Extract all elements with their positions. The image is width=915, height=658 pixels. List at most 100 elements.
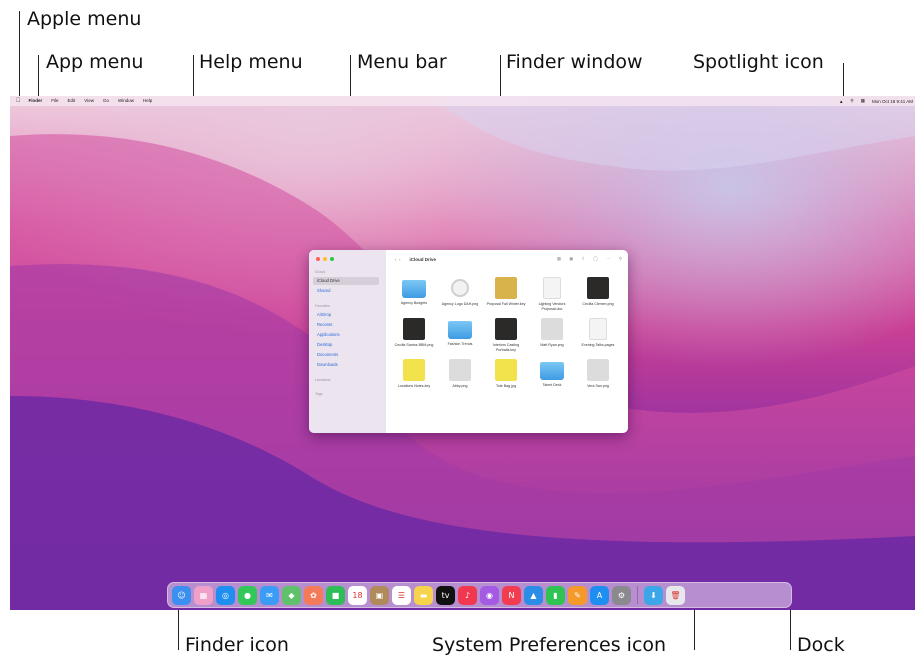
menu-bar:  Finder File Edit View Go Window Help ▲… (10, 96, 915, 106)
file-item[interactable]: Cecilia Santos BBM.png (391, 318, 437, 352)
file-item[interactable]: Evening Talks.pages (575, 318, 621, 352)
photos-icon[interactable]: ✿ (304, 585, 323, 605)
finder-icon[interactable]: ☺ (172, 585, 191, 605)
file-item[interactable]: Talent Deck (529, 359, 575, 389)
search-icon[interactable]: ⚲ (619, 256, 622, 262)
minimize-button[interactable] (323, 257, 327, 261)
spotlight-search-icon[interactable]: ⚲ (850, 98, 853, 104)
menu-file[interactable]: File (51, 96, 58, 106)
file-item[interactable]: Agency Budgets (391, 277, 437, 311)
menu-view[interactable]: View (84, 96, 94, 106)
finder-window-callout: Finder window (506, 51, 643, 73)
file-item[interactable]: Lighting Vendors Proposal.doc (529, 277, 575, 311)
finder-toolbar: ‹ › iCloud Drive ▦ ▣ ⇧ ◯ ⋯ ⚲ (386, 250, 628, 268)
maps-icon[interactable]: ◆ (282, 585, 301, 605)
menu-window[interactable]: Window (118, 96, 134, 106)
sidebar-heading-locations: Locations (315, 378, 331, 382)
menu-clock[interactable]: Mon Oct 18 9:41 AM (872, 99, 913, 104)
file-name: Agency Logo DAH.png (441, 302, 479, 306)
file-thumbnail (403, 318, 425, 341)
safari-icon[interactable]: ◎ (216, 585, 235, 605)
sidebar-item-applications[interactable]: Applications (313, 331, 379, 339)
menu-edit[interactable]: Edit (68, 96, 76, 106)
file-item[interactable]: Matt Ryan.png (529, 318, 575, 352)
spotlight-icon-leader (843, 63, 844, 98)
help-menu-callout: Help menu (199, 51, 303, 73)
file-item[interactable]: Locations Notes.key (391, 359, 437, 389)
file-thumbnail (541, 318, 563, 341)
file-item[interactable]: Vera San.png (575, 359, 621, 389)
file-thumbnail (589, 318, 607, 341)
reminders-icon[interactable]: ☰ (392, 585, 411, 605)
file-item[interactable]: Proposal Fall Winter.key (483, 277, 529, 311)
file-item[interactable]: Fashion Trends (437, 318, 483, 352)
podcasts-icon[interactable]: ◉ (480, 585, 499, 605)
keynote-icon[interactable]: ▲ (524, 585, 543, 605)
wifi-icon[interactable]: ▲ (839, 99, 843, 104)
file-name: Interiors Casting Portraits.key (492, 343, 520, 352)
sidebar-heading-icloud: iCloud (315, 270, 326, 274)
sidebar-item-recents[interactable]: Recents (313, 321, 379, 329)
launchpad-icon[interactable]: ▦ (194, 585, 213, 605)
system-preferences-icon[interactable]: ⚙ (612, 585, 631, 605)
sidebar-item-airdrop[interactable]: AirDrop (313, 311, 379, 319)
file-item[interactable]: Agency Logo DAH.png (437, 277, 483, 311)
window-controls (316, 257, 334, 261)
file-name: Cecilia Clemen.png (582, 302, 614, 306)
folder-icon (448, 321, 472, 340)
file-name: Proposal Fall Winter.key (486, 302, 526, 306)
calendar-icon[interactable]: 18 (348, 585, 367, 605)
music-icon[interactable]: ♪ (458, 585, 477, 605)
tag-icon[interactable]: ◯ (593, 256, 598, 262)
more-icon[interactable]: ⋯ (606, 256, 611, 262)
view-options-icon[interactable]: ▦ (557, 256, 561, 262)
file-name: Agency Budgets (400, 301, 428, 305)
file-name: Evening Talks.pages (581, 343, 615, 348)
apple-menu-callout: Apple menu (27, 8, 142, 30)
pages-icon[interactable]: ✎ (568, 585, 587, 605)
back-forward-icon[interactable]: ‹ › (395, 257, 401, 262)
menu-help[interactable]: Help (143, 96, 152, 106)
trash-icon[interactable]: 🗑 (666, 585, 685, 605)
file-item[interactable]: Abby.png (437, 359, 483, 389)
share-icon[interactable]: ⇧ (581, 256, 585, 262)
zoom-button[interactable] (330, 257, 334, 261)
notes-icon[interactable]: ▬ (414, 585, 433, 605)
file-thumbnail (587, 359, 609, 382)
app-menu-callout: App menu (46, 51, 144, 73)
file-item[interactable]: Interiors Casting Portraits.key (483, 318, 529, 352)
news-icon[interactable]: N (502, 585, 521, 605)
dock: ☺ ▦ ◎ ● ✉ ◆ ✿ ■ 18 ▣ ☰ ▬ tv ♪ ◉ N ▲ ▮ ✎ A ⚙ ⬇ 🗑 (167, 582, 792, 608)
contacts-icon[interactable]: ▣ (370, 585, 389, 605)
close-button[interactable] (316, 257, 320, 261)
file-name: Cecilia Santos BBM.png (394, 343, 434, 348)
file-name: Lighting Vendors Proposal.doc (538, 302, 566, 311)
file-item[interactable]: Cecilia Clemen.png (575, 277, 621, 311)
facetime-icon[interactable]: ■ (326, 585, 345, 605)
macos-desktop:  Finder File Edit View Go Window Help ▲… (10, 96, 915, 610)
tv-icon[interactable]: tv (436, 585, 455, 605)
sidebar-item-shared[interactable]: Shared (313, 287, 379, 295)
downloads-icon[interactable]: ⬇ (644, 585, 663, 605)
app-store-icon[interactable]: A (590, 585, 609, 605)
file-name: Tote Bag.jpg (496, 384, 516, 389)
control-center-icon[interactable]: ▦ (861, 98, 865, 104)
sidebar-item-documents[interactable]: Documents (313, 351, 379, 359)
numbers-icon[interactable]: ▮ (546, 585, 565, 605)
menu-go[interactable]: Go (103, 96, 109, 106)
menu-finder[interactable]: Finder (29, 96, 43, 106)
status-area: ▲ ⚲ ▦ Mon Oct 18 9:41 AM (839, 96, 913, 106)
file-name: Locations Notes.key (397, 384, 431, 389)
finder-window[interactable]: iCloud iCloud Drive Shared Favorites Air… (309, 250, 628, 433)
apple-logo-icon[interactable]:  (16, 96, 21, 106)
sidebar-item-downloads[interactable]: Downloads (313, 361, 379, 369)
group-icon[interactable]: ▣ (569, 256, 573, 262)
finder-icon-callout: Finder icon (185, 634, 289, 656)
folder-icon (402, 280, 426, 298)
messages-icon[interactable]: ● (238, 585, 257, 605)
sidebar-item-desktop[interactable]: Desktop (313, 341, 379, 349)
sidebar-item-icloud-drive[interactable]: iCloud Drive (313, 277, 379, 285)
file-item[interactable]: Tote Bag.jpg (483, 359, 529, 389)
file-thumbnail (451, 279, 469, 297)
mail-icon[interactable]: ✉ (260, 585, 279, 605)
